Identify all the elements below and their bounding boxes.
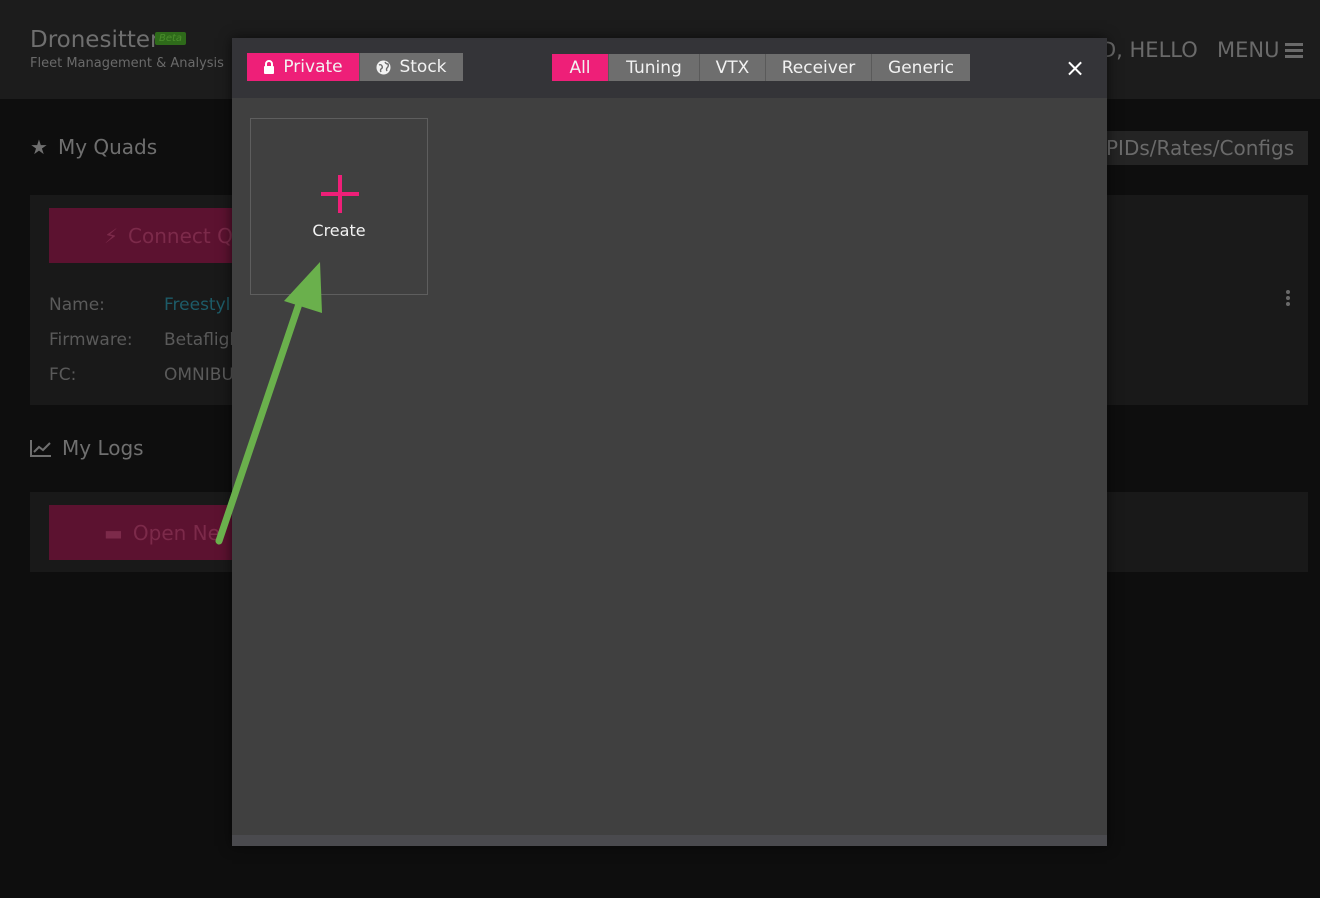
globe-icon [376,60,391,74]
tab-receiver[interactable]: Receiver [766,54,872,81]
quad-name-link[interactable]: Freestyl [164,295,230,315]
plus-icon [321,175,359,213]
my-quads-heading: ★ My Quads [30,135,157,159]
open-new-log-label: Open Ne [132,520,220,545]
connect-quad-label: Connect Q [128,223,233,248]
tab-all[interactable]: All [552,54,609,81]
folder-icon: ▬ [104,520,123,545]
tab-vtx[interactable]: VTX [700,54,766,81]
menu-label: MENU [1217,38,1280,62]
pids-rates-configs-button[interactable]: PIDs/Rates/Configs [1090,131,1308,165]
template-picker-modal: Private Stock All Tuning VTX Receiver Ge… [232,38,1107,846]
my-logs-heading: My Logs [30,436,144,460]
kebab-menu-icon[interactable] [1286,290,1290,306]
firmware-value: Betafligh [164,330,241,350]
create-template-card[interactable]: Create [250,118,428,295]
brand-tagline: Fleet Management & Analysis [30,56,224,71]
close-icon[interactable]: × [1064,56,1086,80]
brand-title[interactable]: Dronesitter [30,27,159,53]
line-chart-icon [30,440,51,457]
lock-icon [264,60,275,74]
user-greeting[interactable]: D, HELLO [1100,38,1198,62]
beta-badge: Beta [155,32,187,45]
fc-value: OMNIBU [164,365,234,385]
plug-icon: ⚡ [104,223,119,248]
modal-header: Private Stock All Tuning VTX Receiver Ge… [232,38,1107,98]
tab-stock-label: Stock [399,57,447,77]
tab-private[interactable]: Private [247,53,360,81]
tab-tuning[interactable]: Tuning [609,54,700,81]
menu-button[interactable]: MENU [1217,38,1304,62]
category-filter: All Tuning VTX Receiver Generic [552,54,970,81]
scope-toggle: Private Stock [247,53,463,81]
fc-label: FC: [49,365,77,385]
tab-private-label: Private [283,57,343,77]
my-logs-title: My Logs [62,436,144,460]
tab-stock[interactable]: Stock [360,53,463,81]
connect-quad-button[interactable]: ⚡ Connect Q [49,208,249,263]
firmware-label: Firmware: [49,330,133,350]
modal-footer [232,835,1107,846]
my-quads-title: My Quads [57,135,158,159]
star-icon: ★ [30,135,48,159]
open-new-log-button[interactable]: ▬ Open Ne [49,505,249,560]
create-label: Create [312,221,366,240]
name-label: Name: [49,295,105,315]
tab-generic[interactable]: Generic [872,54,970,81]
hamburger-icon [1285,42,1304,58]
